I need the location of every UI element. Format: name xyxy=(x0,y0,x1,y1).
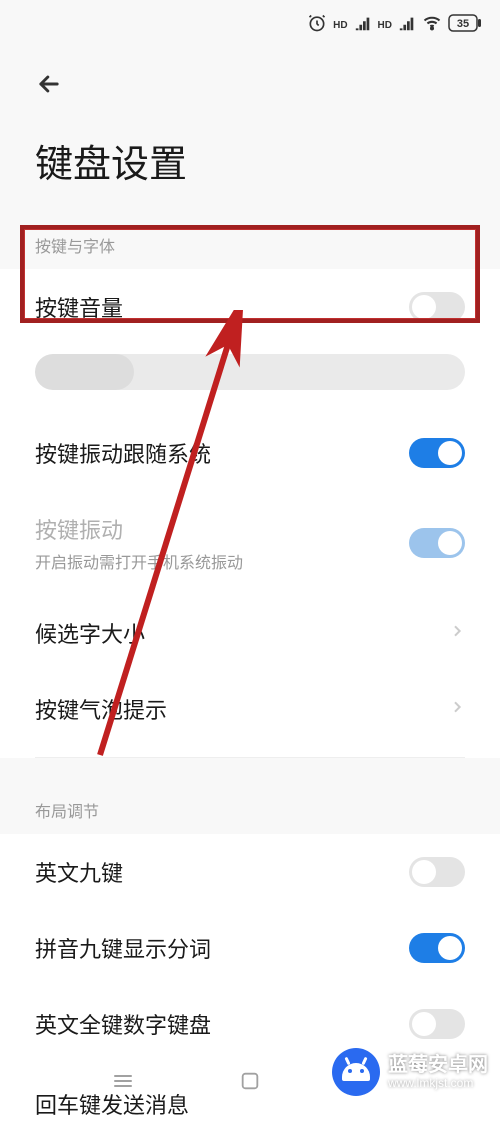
watermark-title: 蓝莓安卓网 xyxy=(388,1054,488,1077)
row-vibrate-system[interactable]: 按键振动跟随系统 xyxy=(0,415,500,491)
label-vibrate: 按键振动 xyxy=(35,513,243,545)
label-candidate-size: 候选字大小 xyxy=(35,617,145,649)
label-en-full-num: 英文全键数字键盘 xyxy=(35,1008,211,1040)
row-vibrate: 按键振动 开启振动需打开手机系统振动 xyxy=(0,491,500,595)
settings-group-keys-font: 按键音量 按键振动跟随系统 按键振动 开启振动需打开手机系统振动 候选字大小 按… xyxy=(0,269,500,758)
chevron-right-icon xyxy=(449,699,465,720)
signal-icon-2 xyxy=(398,14,416,36)
svg-text:35: 35 xyxy=(457,18,469,30)
sublabel-vibrate: 开启振动需打开手机系统振动 xyxy=(35,549,243,573)
toggle-en-full-num[interactable] xyxy=(409,1009,465,1039)
recents-button[interactable] xyxy=(110,1068,136,1094)
alarm-icon xyxy=(307,13,327,37)
label-bubble-tip: 按键气泡提示 xyxy=(35,693,167,725)
section-header-layout: 布局调节 xyxy=(0,788,500,834)
label-pinyin-split: 拼音九键显示分词 xyxy=(35,932,211,964)
toggle-vibrate xyxy=(409,528,465,558)
home-button[interactable] xyxy=(237,1068,263,1094)
page-title: 键盘设置 xyxy=(0,113,500,223)
divider xyxy=(35,757,465,758)
row-pinyin-split[interactable]: 拼音九键显示分词 xyxy=(0,910,500,986)
watermark-android-icon xyxy=(332,1048,380,1096)
row-en-nine[interactable]: 英文九键 xyxy=(0,834,500,910)
signal-icon-1 xyxy=(354,14,372,36)
back-button[interactable] xyxy=(0,50,500,113)
wifi-icon xyxy=(422,13,442,37)
signal-hd-icon: HD xyxy=(333,20,347,31)
label-vibrate-system: 按键振动跟随系统 xyxy=(35,437,211,469)
chevron-right-icon xyxy=(449,623,465,644)
row-candidate-size[interactable]: 候选字大小 xyxy=(0,595,500,671)
back-arrow-icon xyxy=(35,70,63,98)
battery-icon: 35 xyxy=(448,14,482,36)
section-header-keys-font: 按键与字体 xyxy=(0,223,500,269)
watermark: 蓝莓安卓网 www.lmkjst.com xyxy=(332,1048,488,1096)
toggle-key-volume[interactable] xyxy=(409,292,465,322)
row-key-volume[interactable]: 按键音量 xyxy=(0,269,500,345)
toggle-en-nine[interactable] xyxy=(409,857,465,887)
label-key-volume: 按键音量 xyxy=(35,291,123,323)
label-en-nine: 英文九键 xyxy=(35,856,123,888)
signal-hd-icon-2: HD xyxy=(378,20,392,31)
row-volume-slider xyxy=(0,345,500,415)
toggle-pinyin-split[interactable] xyxy=(409,933,465,963)
toggle-vibrate-system[interactable] xyxy=(409,438,465,468)
status-bar: HD HD 35 xyxy=(0,0,500,50)
row-bubble-tip[interactable]: 按键气泡提示 xyxy=(0,671,500,747)
volume-slider[interactable] xyxy=(35,354,465,390)
watermark-url: www.lmkjst.com xyxy=(388,1077,488,1091)
